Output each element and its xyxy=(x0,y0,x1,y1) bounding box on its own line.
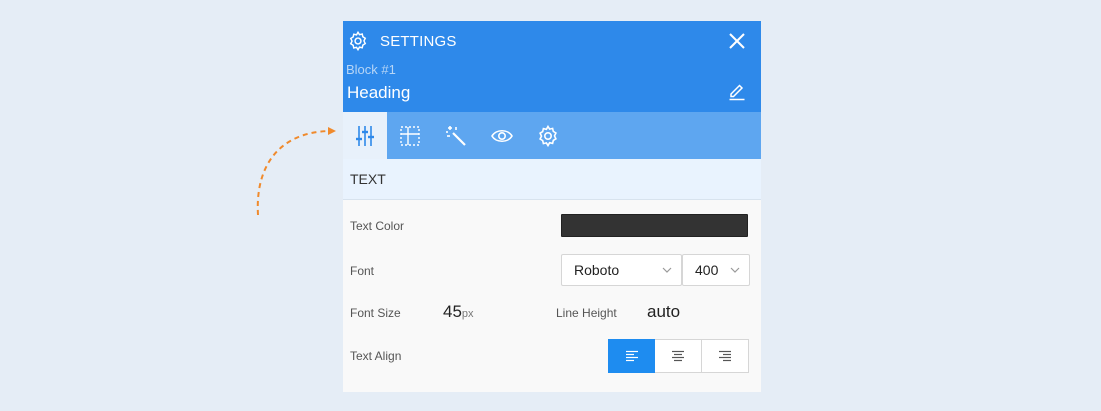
section-header-text[interactable]: TEXT xyxy=(343,159,761,200)
section-title: TEXT xyxy=(350,171,386,187)
tab-sliders[interactable] xyxy=(343,112,387,159)
chevron-down-icon xyxy=(662,267,672,273)
panel-title: SETTINGS xyxy=(380,32,457,50)
align-right-icon xyxy=(719,350,731,362)
eye-icon xyxy=(491,129,513,142)
tab-settings[interactable] xyxy=(525,112,571,159)
align-right-button[interactable] xyxy=(702,339,749,373)
text-align-label: Text Align xyxy=(350,349,402,363)
grid-icon xyxy=(400,125,420,146)
close-icon[interactable] xyxy=(727,31,747,51)
text-color-swatch[interactable] xyxy=(561,214,748,237)
align-left-icon xyxy=(625,350,638,362)
font-family-select[interactable]: Roboto xyxy=(561,254,682,286)
tab-visibility[interactable] xyxy=(479,112,525,159)
magic-wand-icon xyxy=(446,125,466,146)
gear-icon xyxy=(349,30,367,52)
tab-effects[interactable] xyxy=(433,112,479,159)
font-weight-select[interactable]: 400 xyxy=(682,254,750,286)
sliders-icon xyxy=(356,125,374,146)
font-label: Font xyxy=(350,264,375,278)
block-label: Block #1 xyxy=(346,62,396,77)
align-center-icon xyxy=(672,350,684,362)
font-size-label: Font Size xyxy=(350,306,401,320)
settings-panel: SETTINGS Block #1 Heading TEXT Text Colo… xyxy=(343,21,761,392)
chevron-down-icon xyxy=(730,267,740,273)
gear-icon xyxy=(539,124,557,147)
font-size-input[interactable]: 45px xyxy=(443,302,474,322)
font-weight-value: 400 xyxy=(695,262,719,278)
text-color-label: Text Color xyxy=(350,219,405,233)
panel-toolbar xyxy=(343,112,761,159)
line-height-input[interactable]: auto xyxy=(647,302,680,322)
font-family-value: Roboto xyxy=(574,262,620,278)
text-align-group xyxy=(608,339,750,373)
line-height-label: Line Height xyxy=(556,306,617,320)
panel-header: SETTINGS Block #1 Heading xyxy=(343,21,761,112)
edit-icon[interactable] xyxy=(728,83,746,101)
font-size-value: 45 xyxy=(443,302,462,321)
align-left-button[interactable] xyxy=(608,339,655,373)
header-title-row: SETTINGS xyxy=(347,30,457,52)
align-center-button[interactable] xyxy=(655,339,702,373)
block-name: Heading xyxy=(347,83,411,102)
tab-grid[interactable] xyxy=(387,112,433,159)
font-size-unit: px xyxy=(461,308,474,320)
